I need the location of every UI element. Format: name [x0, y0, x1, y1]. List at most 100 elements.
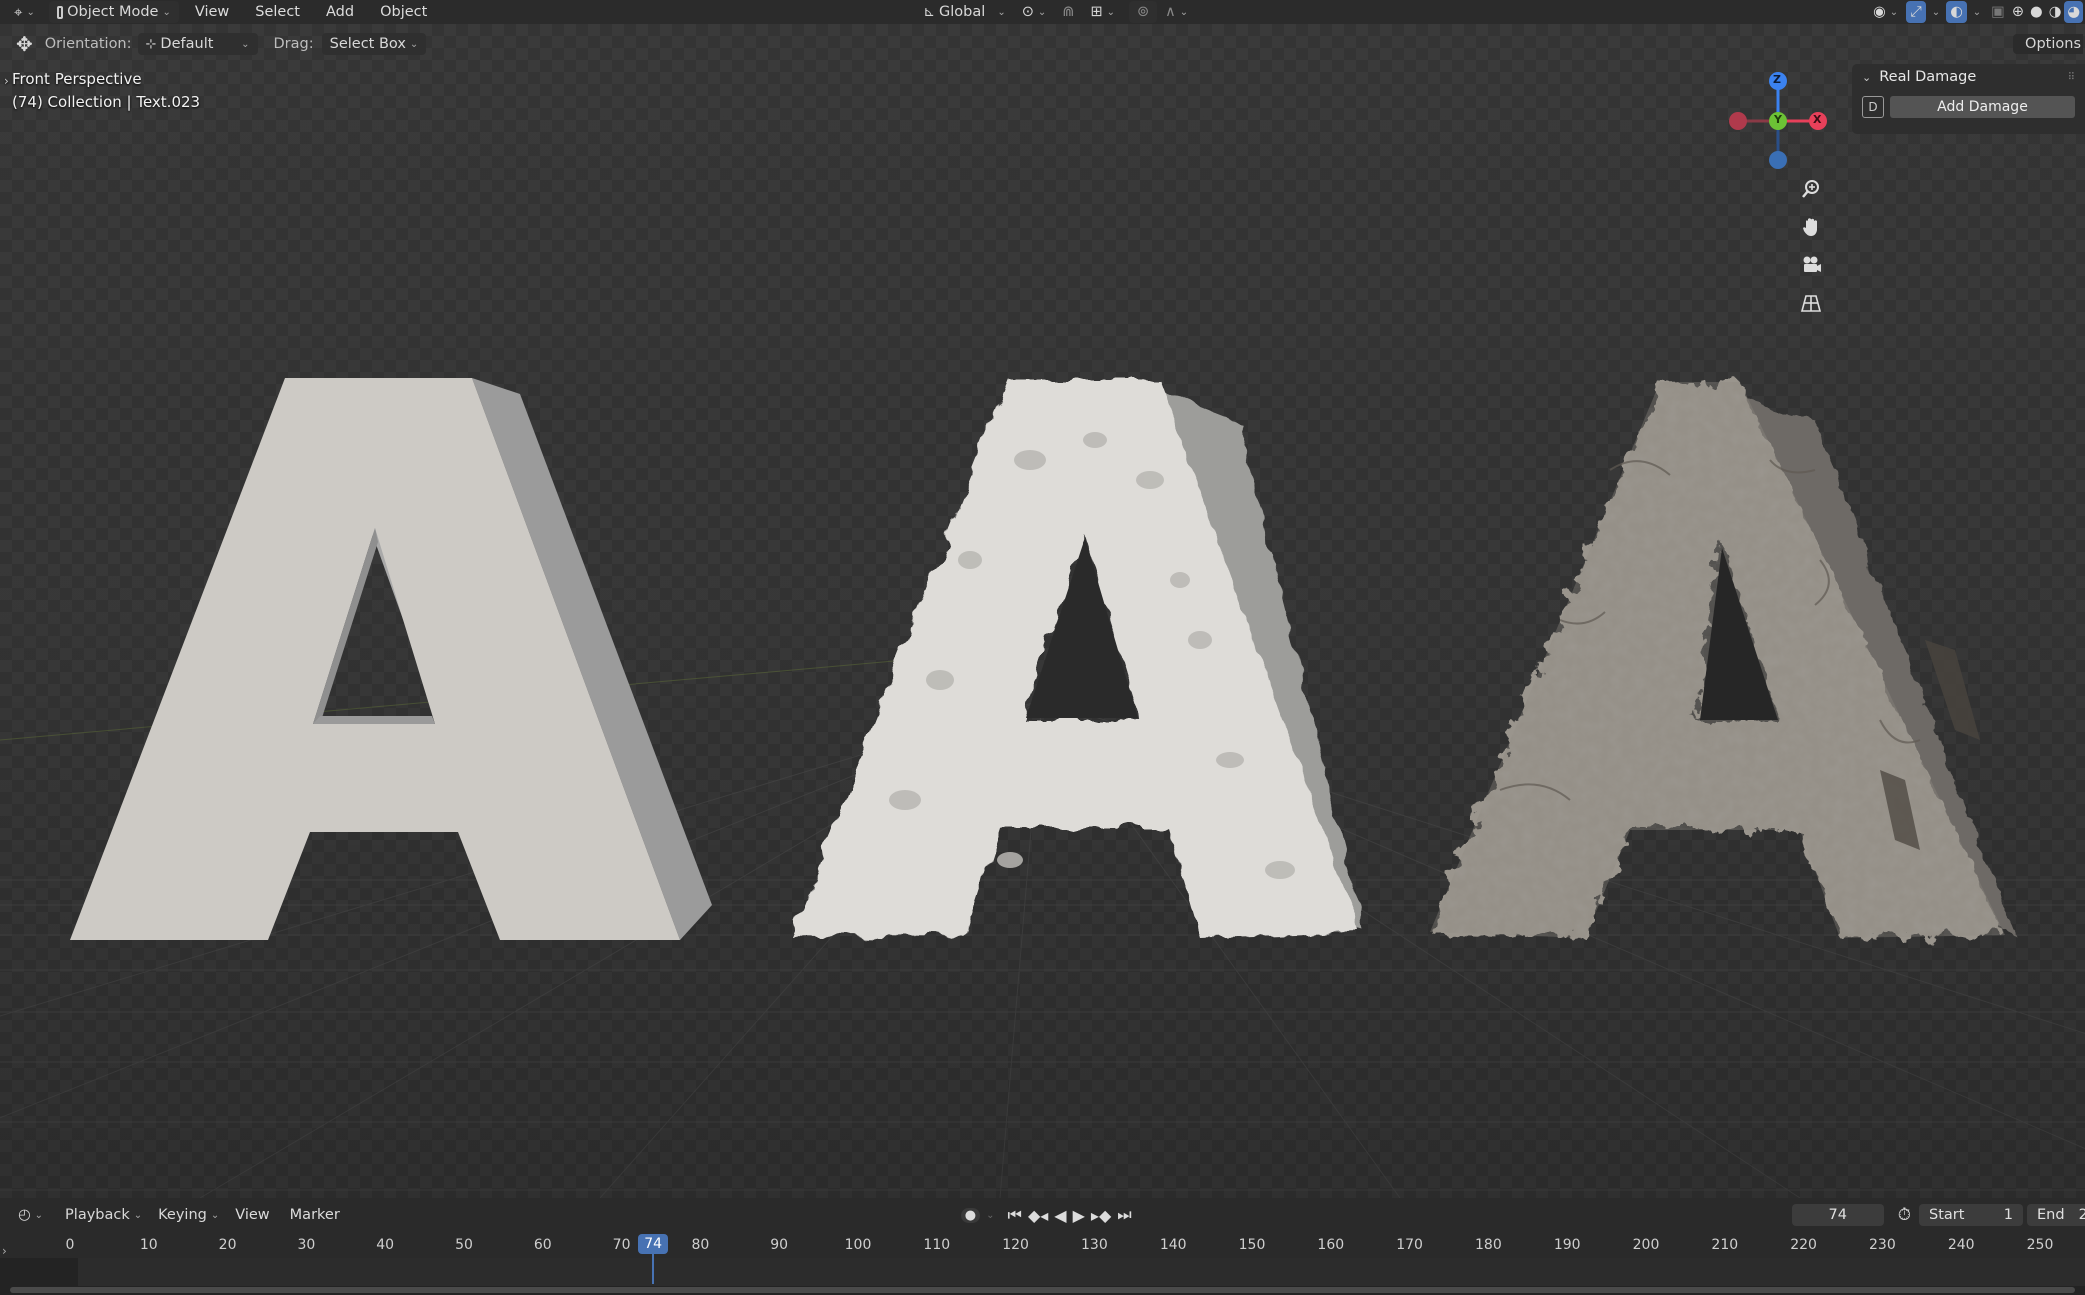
- chevron-down-icon: ⌄: [34, 1209, 44, 1221]
- frame-ruler[interactable]: 0 10 20 30 40 50 60 70 80 90 100 110 120 130 140 150 160…: [0, 1232, 2085, 1288]
- ruler-tick-label: 190: [1553, 1237, 1581, 1253]
- ruler-tick-label: 240: [1947, 1237, 1975, 1253]
- scene-canvas[interactable]: [0, 0, 2085, 1198]
- ruler-tick-label: 30: [297, 1237, 316, 1253]
- editor-type-icon: ⌖: [14, 3, 23, 21]
- options-button[interactable]: Options: [2013, 34, 2083, 54]
- perspective-grid-icon[interactable]: [1796, 288, 1826, 318]
- frame-range-region: [78, 1258, 2085, 1286]
- 3d-viewport[interactable]: › Front Perspective (74) Collection | Te…: [0, 0, 2085, 1198]
- gizmo-y-label: Y: [1774, 113, 1782, 126]
- xray-icon: ▣: [1991, 4, 2005, 20]
- keyframe-filter-icon[interactable]: ⌄: [986, 1210, 994, 1221]
- ruler-tick-label: 180: [1475, 1237, 1502, 1253]
- pan-hand-icon[interactable]: [1796, 212, 1826, 242]
- drag-dropdown[interactable]: Select Box ⌄: [321, 33, 427, 55]
- rendered-sphere-icon: ◕: [2067, 4, 2080, 20]
- ruler-tick-label: 130: [1081, 1237, 1108, 1253]
- tool-settings-bar: ✥ Orientation: ⊹ Default ⌄ Drag: Select …: [0, 24, 2085, 64]
- pivot-icon: ⊙: [1021, 4, 1034, 20]
- timeline-track-area[interactable]: [0, 1258, 2085, 1295]
- drag-label: Drag:: [273, 36, 314, 52]
- shading-material[interactable]: ◑: [2046, 1, 2065, 23]
- next-keyframe-icon[interactable]: ▸◆: [1091, 1206, 1111, 1225]
- falloff-button[interactable]: ∧ ⌄: [1157, 1, 1196, 23]
- current-frame-value: 74: [1828, 1207, 1847, 1223]
- timeline-header: ◴ ⌄ Playback ⌄ Keying ⌄ View Marker ● ⌄ ⏮ ◆…: [0, 1198, 2085, 1232]
- ruler-tick-label: 170: [1396, 1237, 1423, 1253]
- collapse-chevron-icon[interactable]: ⌄: [1862, 71, 1871, 84]
- panel-header[interactable]: ⌄ Real Damage ⠿: [1852, 64, 2085, 90]
- mode-selector[interactable]: Object Mode ⌄: [48, 1, 179, 23]
- jump-start-icon[interactable]: ⏮: [1008, 1205, 1022, 1225]
- start-label: Start: [1929, 1207, 1965, 1223]
- pivot-point-button[interactable]: ⊙ ⌄: [1014, 1, 1055, 23]
- ruler-tick-label: 150: [1238, 1237, 1266, 1253]
- eye-icon: ◉: [1873, 4, 1886, 20]
- mode-label: Object Mode: [67, 4, 159, 20]
- xray-toggle[interactable]: ▣: [1987, 1, 2009, 23]
- visibility-button[interactable]: ◉ ⌄: [1865, 1, 1906, 23]
- proportional-edit-toggle[interactable]: ⊚: [1128, 1, 1158, 23]
- navigation-gizmo[interactable]: Z X Y: [1720, 64, 1830, 174]
- object-mode-icon: [56, 5, 64, 19]
- material-sphere-icon: ◑: [2048, 4, 2062, 20]
- timeline-editor-type[interactable]: ◴ ⌄: [10, 1204, 51, 1226]
- chevron-down-icon: ⌄: [1037, 6, 1047, 18]
- playback-menu[interactable]: Playback ⌄: [57, 1204, 150, 1226]
- timeline-menu-view[interactable]: View: [227, 1207, 277, 1223]
- end-frame-field[interactable]: End 250: [2027, 1204, 2085, 1226]
- overlays-toggle[interactable]: ◐: [1946, 1, 1967, 23]
- gizmo-toggle[interactable]: ⤢: [1906, 1, 1926, 23]
- play-reverse-icon[interactable]: ◀: [1054, 1206, 1066, 1225]
- menu-view[interactable]: View: [187, 4, 237, 20]
- drag-handle-icon[interactable]: ⠿: [2068, 72, 2075, 83]
- chevron-down-icon: ⌄: [162, 6, 171, 18]
- panel-title: Real Damage: [1879, 69, 1977, 85]
- stopwatch-icon[interactable]: ⏱: [1898, 1205, 1911, 1225]
- ruler-tick-label: 140: [1159, 1237, 1187, 1253]
- collection-info: (74) Collection | Text.023: [12, 93, 201, 111]
- end-value: 250: [2078, 1207, 2085, 1223]
- current-frame-field[interactable]: 74: [1791, 1204, 1884, 1226]
- snap-target-button[interactable]: ⊞ ⌄: [1082, 1, 1123, 23]
- keying-menu[interactable]: Keying ⌄: [150, 1204, 227, 1226]
- damage-shortcut-icon: D: [1862, 96, 1884, 118]
- shading-wireframe[interactable]: ⊕: [2009, 1, 2027, 23]
- ruler-tick-label: 210: [1711, 1237, 1739, 1253]
- ruler-tick-label: 160: [1317, 1237, 1345, 1253]
- view-name: Front Perspective: [12, 70, 142, 88]
- playhead-frame-label[interactable]: 74: [638, 1234, 669, 1254]
- chevron-down-icon: ⌄: [1972, 6, 1982, 18]
- menu-add[interactable]: Add: [318, 4, 362, 20]
- prev-keyframe-icon[interactable]: ◆◂: [1028, 1206, 1048, 1225]
- transform-tool-icon[interactable]: ✥: [16, 32, 33, 56]
- jump-end-icon[interactable]: ⏭: [1117, 1205, 1131, 1225]
- expand-arrow-icon[interactable]: ›: [4, 74, 9, 88]
- timeline-menu-marker[interactable]: Marker: [282, 1207, 348, 1223]
- menu-select[interactable]: Select: [247, 4, 308, 20]
- auto-keying-record-icon[interactable]: ●: [960, 1207, 981, 1223]
- chevron-down-icon: ⌄: [1179, 6, 1189, 18]
- camera-view-icon[interactable]: [1796, 250, 1826, 280]
- viewport-header: ⌖ ⌄ Object Mode ⌄ View Select Add Object …: [0, 0, 2085, 24]
- timeline-scrollbar[interactable]: [10, 1287, 2075, 1293]
- transform-orientation-selector[interactable]: ⊾ Global ⌄: [915, 1, 1013, 23]
- expand-arrow-icon[interactable]: ›: [2, 1244, 7, 1258]
- chevron-down-icon: ⌄: [241, 38, 250, 50]
- ruler-tick-label: 20: [218, 1237, 237, 1253]
- transform-orientation-value: Global: [939, 4, 986, 20]
- shading-solid[interactable]: ●: [2027, 1, 2046, 23]
- solid-sphere-icon: ●: [2030, 4, 2043, 20]
- start-frame-field[interactable]: Start 1: [1919, 1204, 2023, 1226]
- zoom-icon[interactable]: [1796, 174, 1826, 204]
- menu-object[interactable]: Object: [372, 4, 435, 20]
- shading-rendered[interactable]: ◕: [2064, 1, 2083, 23]
- falloff-curve-icon: ∧: [1165, 4, 1176, 20]
- editor-type-button[interactable]: ⌖ ⌄: [6, 1, 43, 23]
- add-damage-button[interactable]: Add Damage: [1890, 96, 2075, 118]
- snap-toggle[interactable]: ⋒: [1054, 1, 1082, 23]
- orientation-dropdown[interactable]: ⊹ Default ⌄: [137, 33, 258, 55]
- play-icon[interactable]: ▶: [1073, 1206, 1085, 1225]
- chevron-down-icon: ⌄: [1106, 6, 1115, 18]
